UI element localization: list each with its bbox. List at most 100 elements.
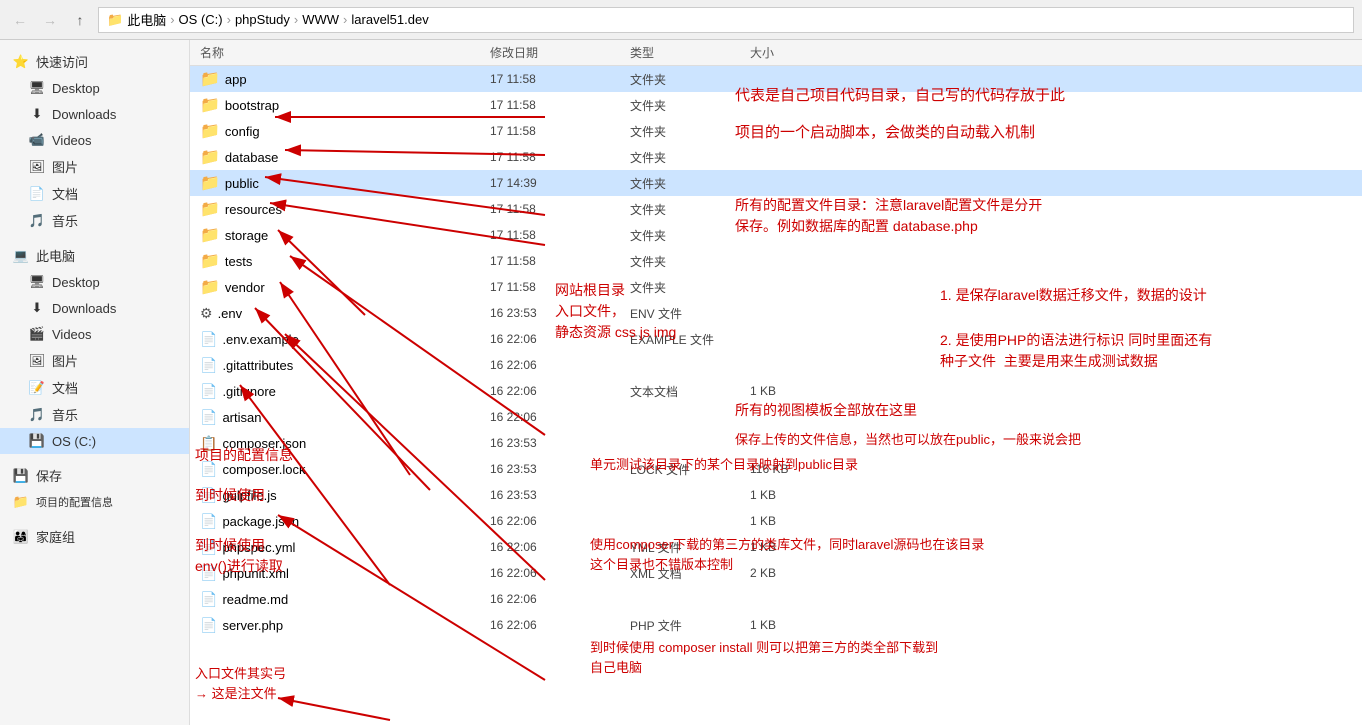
col-header-date[interactable]: 修改日期 (490, 44, 630, 61)
file-icon: 📄 (200, 383, 217, 400)
table-row[interactable]: 📄 .env.example 16 22:06 EXAMPLE 文件 (190, 326, 1362, 352)
config-icon: 📁 (12, 493, 30, 511)
sidebar-item-videos[interactable]: 📹 Videos (0, 127, 189, 153)
table-row[interactable]: 📁 bootstrap 17 11:58 文件夹 (190, 92, 1362, 118)
table-row[interactable]: 📄 phpunit.xml 16 22:06 XML 文档 2 KB (190, 560, 1362, 586)
file-type-cell: 文件夹 (630, 71, 750, 88)
env-icon: ⚙ (200, 305, 213, 322)
table-row[interactable]: 📁 tests 17 11:58 文件夹 (190, 248, 1362, 274)
file-name: vendor (225, 280, 265, 295)
file-name: tests (225, 254, 252, 269)
sidebar-item-config[interactable]: 📁 项目的配置信息 (0, 489, 189, 515)
documents-icon: 📄 (28, 185, 46, 203)
file-name-cell: 📁 app (190, 69, 490, 89)
col-header-name[interactable]: 名称 (190, 44, 490, 61)
file-name: phpunit.xml (222, 566, 288, 581)
file-date-cell: 16 22:06 (490, 384, 630, 398)
path-laravel[interactable]: laravel51.dev (351, 12, 428, 27)
path-osc[interactable]: OS (C:) (179, 12, 223, 27)
file-type-cell: 文件夹 (630, 227, 750, 244)
sidebar-item-pictures2[interactable]: 🖼 图片 (0, 347, 189, 374)
file-size-cell: 2 KB (750, 566, 850, 580)
table-row[interactable]: 📄 gulpfile.js 16 23:53 1 KB (190, 482, 1362, 508)
file-type-cell: PHP 文件 (630, 617, 750, 634)
file-name-cell: 📁 bootstrap (190, 95, 490, 115)
file-name: composer.json (222, 436, 306, 451)
file-type-cell: ENV 文件 (630, 305, 750, 322)
path-thispc[interactable]: 此电脑 (127, 10, 166, 29)
file-icon: 📄 (200, 539, 217, 556)
table-row[interactable]: 📁 resources 17 11:58 文件夹 (190, 196, 1362, 222)
table-row[interactable]: 📁 vendor 17 11:58 文件夹 (190, 274, 1362, 300)
sidebar-item-osc[interactable]: 💾 OS (C:) (0, 428, 189, 454)
file-type-cell: 文本文档 (630, 383, 750, 400)
file-type-cell: 文件夹 (630, 253, 750, 270)
forward-button[interactable]: → (38, 8, 62, 32)
sidebar-item-desktop[interactable]: 🖥 Desktop (0, 75, 189, 101)
file-date-cell: 16 23:53 (490, 436, 630, 450)
sidebar-item-quick-access[interactable]: ⭐ 快速访问 (0, 48, 189, 75)
table-row[interactable]: 📄 phpspec.yml 16 22:06 YML 文件 1 KB (190, 534, 1362, 560)
file-icon: 📄 (200, 331, 217, 348)
folder-icon: 📁 (200, 121, 220, 141)
save-icon: 💾 (12, 467, 30, 485)
sidebar-item-thispc[interactable]: 💻 此电脑 (0, 242, 189, 269)
sidebar-item-pictures[interactable]: 🖼 图片 (0, 153, 189, 180)
file-name-cell: 📄 gulpfile.js (190, 487, 490, 504)
sidebar-item-music[interactable]: 🎵 音乐 (0, 207, 189, 234)
col-header-type[interactable]: 类型 (630, 44, 750, 61)
file-date-cell: 17 11:58 (490, 254, 630, 268)
file-name: config (225, 124, 260, 139)
file-date-cell: 16 23:53 (490, 306, 630, 320)
folder-icon: 📁 (200, 225, 220, 245)
table-row[interactable]: ⚙ .env 16 23:53 ENV 文件 (190, 300, 1362, 326)
main-layout: ⭐ 快速访问 🖥 Desktop ⬇ Downloads 📹 Videos 🖼 … (0, 40, 1362, 725)
table-row[interactable]: 📁 config 17 11:58 文件夹 (190, 118, 1362, 144)
sidebar-item-downloads[interactable]: ⬇ Downloads (0, 101, 189, 127)
table-row[interactable]: 📄 artisan 16 22:06 (190, 404, 1362, 430)
file-name: .gitignore (222, 384, 275, 399)
file-name-cell: 📁 tests (190, 251, 490, 271)
file-date-cell: 17 11:58 (490, 280, 630, 294)
table-row[interactable]: 📄 readme.md 16 22:06 (190, 586, 1362, 612)
file-name-cell: 📄 composer.lock (190, 461, 490, 478)
sidebar-item-save[interactable]: 💾 保存 (0, 462, 189, 489)
file-header: 名称 修改日期 类型 大小 (190, 40, 1362, 66)
table-row[interactable]: 📄 .gitignore 16 22:06 文本文档 1 KB (190, 378, 1362, 404)
table-row[interactable]: 📁 storage 17 11:58 文件夹 (190, 222, 1362, 248)
file-name: composer.lock (222, 462, 305, 477)
downloads2-icon: ⬇ (28, 299, 46, 317)
file-date-cell: 16 22:06 (490, 514, 630, 528)
table-row[interactable]: 📁 app 17 11:58 文件夹 (190, 66, 1362, 92)
sidebar-item-downloads2[interactable]: ⬇ Downloads (0, 295, 189, 321)
file-icon: 📄 (200, 357, 217, 374)
table-row[interactable]: 📄 .gitattributes 16 22:06 (190, 352, 1362, 378)
file-size-cell: 1 KB (750, 514, 850, 528)
sidebar-item-videos2[interactable]: 🎬 Videos (0, 321, 189, 347)
file-name-cell: 📄 .gitattributes (190, 357, 490, 374)
path-www[interactable]: WWW (302, 12, 339, 27)
up-button[interactable]: ↑ (68, 8, 92, 32)
file-name: resources (225, 202, 282, 217)
path-phpstudy[interactable]: phpStudy (235, 12, 290, 27)
sidebar-item-desktop2[interactable]: 🖥 Desktop (0, 269, 189, 295)
table-row[interactable]: 📋 composer.json 16 23:53 (190, 430, 1362, 456)
table-row[interactable]: 📄 composer.lock 16 23:53 LOCK 文件 116 KB (190, 456, 1362, 482)
file-date-cell: 17 11:58 (490, 150, 630, 164)
sidebar-item-documents[interactable]: 📄 文档 (0, 180, 189, 207)
file-icon: 📄 (200, 461, 217, 478)
table-row[interactable]: 📁 database 17 11:58 文件夹 (190, 144, 1362, 170)
file-name-cell: 📁 storage (190, 225, 490, 245)
desktop2-icon: 🖥 (28, 273, 46, 291)
file-type-cell: LOCK 文件 (630, 461, 750, 478)
sidebar-item-documents2[interactable]: 📝 文档 (0, 374, 189, 401)
sidebar-item-music2[interactable]: 🎵 音乐 (0, 401, 189, 428)
table-row[interactable]: 📄 package.json 16 22:06 1 KB (190, 508, 1362, 534)
back-button[interactable]: ← (8, 8, 32, 32)
col-header-size[interactable]: 大小 (750, 44, 850, 61)
file-name: .gitattributes (222, 358, 293, 373)
sidebar-item-homegroup[interactable]: 👨‍👩‍👧 家庭组 (0, 523, 189, 550)
file-name: app (225, 72, 247, 87)
table-row[interactable]: 📄 server.php 16 22:06 PHP 文件 1 KB (190, 612, 1362, 638)
table-row[interactable]: 📁 public 17 14:39 文件夹 (190, 170, 1362, 196)
